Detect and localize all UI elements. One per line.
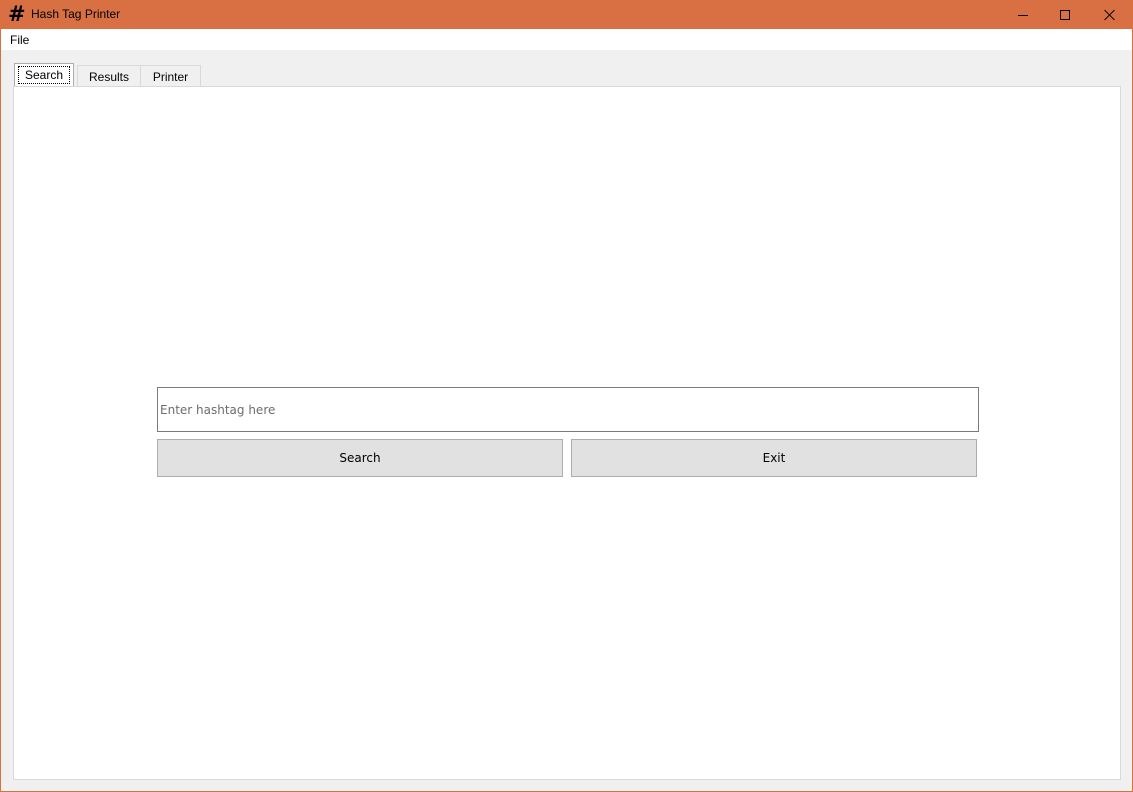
- tab-printer-label: Printer: [152, 69, 189, 84]
- maximize-icon: [1060, 10, 1070, 20]
- tab-search[interactable]: Search: [14, 63, 74, 86]
- search-tab-panel: Search Exit: [13, 86, 1121, 780]
- exit-button[interactable]: Exit: [571, 439, 977, 477]
- minimize-button[interactable]: [1000, 1, 1046, 29]
- search-button[interactable]: Search: [157, 439, 563, 477]
- close-icon: [1104, 9, 1116, 21]
- maximize-button[interactable]: [1042, 1, 1088, 29]
- exit-button-label: Exit: [762, 451, 786, 465]
- tab-results[interactable]: Results: [77, 65, 141, 87]
- tab-printer[interactable]: Printer: [140, 65, 201, 87]
- title-bar[interactable]: # Hash Tag Printer: [1, 1, 1132, 29]
- tab-results-label: Results: [88, 69, 129, 84]
- hashtag-input[interactable]: [157, 387, 979, 432]
- app-window: # Hash Tag Printer File Search Results P…: [0, 0, 1133, 792]
- window-title: Hash Tag Printer: [31, 7, 121, 21]
- minimize-icon: [1018, 14, 1028, 16]
- hash-icon: #: [8, 2, 26, 26]
- search-button-label: Search: [339, 451, 381, 465]
- menu-bar: File: [1, 29, 1132, 50]
- menu-file[interactable]: File: [10, 33, 29, 47]
- tab-search-label: Search: [17, 66, 71, 84]
- close-button[interactable]: [1087, 1, 1133, 29]
